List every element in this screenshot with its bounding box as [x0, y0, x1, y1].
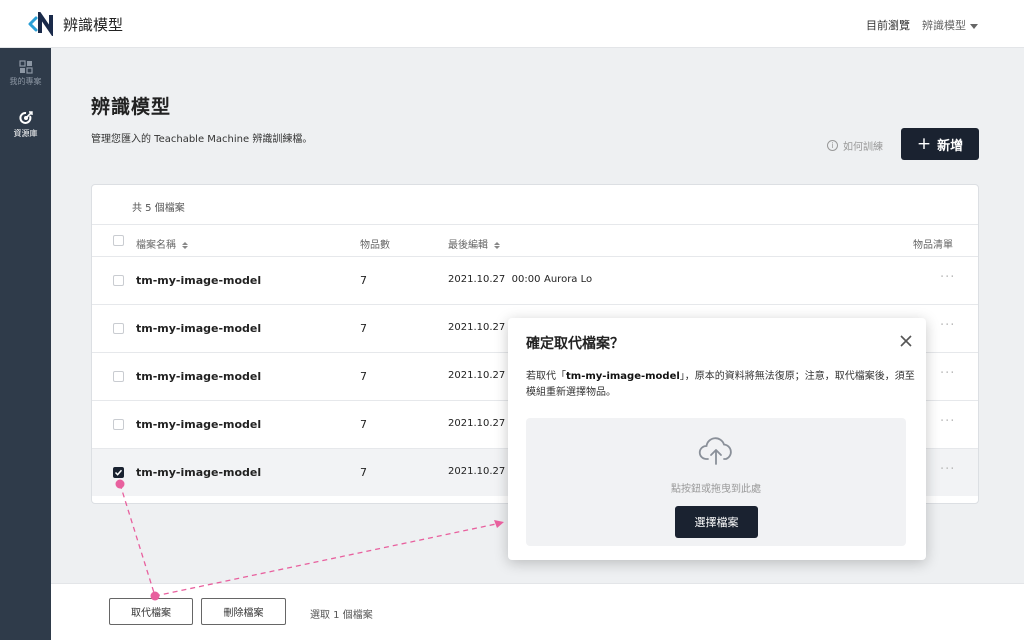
- row-checkbox-checked[interactable]: [113, 467, 124, 478]
- dialog-message: 若取代「tm-my-image-model」，原本的資料將無法復原；注意，取代檔…: [526, 369, 916, 401]
- page-description: 管理您匯入的 Teachable Machine 辨識訓練檔。: [91, 134, 313, 145]
- back-logo-icon[interactable]: [27, 8, 57, 38]
- sidebar-item-label: 我的專案: [9, 77, 42, 86]
- edit-date: 2021.10.27 00:00: [448, 274, 541, 285]
- header-edited[interactable]: 最後編輯: [448, 236, 500, 251]
- item-count: 7: [360, 322, 367, 335]
- plus-icon: +: [916, 133, 932, 154]
- library-icon: [18, 111, 33, 124]
- item-count: 7: [360, 418, 367, 431]
- replace-file-button[interactable]: 取代檔案: [109, 598, 193, 625]
- caret-down-icon: [970, 23, 978, 29]
- table-header: 檔案名稱 物品數 最後編輯 物品清單: [92, 224, 978, 256]
- file-name: tm-my-image-model: [136, 466, 262, 479]
- preview-dropdown[interactable]: 辨識模型: [922, 17, 978, 33]
- preview-value: 辨識模型: [922, 19, 966, 32]
- preview-label: 目前瀏覽: [866, 19, 910, 32]
- file-name: tm-my-image-model: [136, 274, 262, 287]
- header-name[interactable]: 檔案名稱: [136, 236, 188, 251]
- item-count: 7: [360, 370, 367, 383]
- sort-icon: [182, 241, 188, 249]
- header-list: 物品清單: [913, 240, 953, 251]
- message-file-name: tm-my-image-model: [566, 371, 680, 382]
- drop-hint: 點按鈕或拖曳到此處: [671, 484, 761, 495]
- file-name: tm-my-image-model: [136, 418, 262, 431]
- item-count: 7: [360, 274, 367, 287]
- more-icon[interactable]: ···: [940, 270, 955, 285]
- more-icon[interactable]: ···: [940, 414, 955, 429]
- top-bar: 辨識模型 目前瀏覽 辨識模型: [0, 0, 1024, 48]
- sidebar: 我的專案 資源庫: [0, 48, 51, 640]
- file-name: tm-my-image-model: [136, 370, 262, 383]
- selection-info: 選取 1 個檔案: [310, 610, 373, 621]
- check-icon: [114, 469, 123, 476]
- row-checkbox[interactable]: [113, 275, 124, 286]
- sidebar-item-library[interactable]: 資源庫: [0, 110, 51, 139]
- page-title: 辨識模型: [91, 96, 172, 118]
- brand: 辨識模型: [27, 8, 124, 38]
- delete-file-button[interactable]: 刪除檔案: [201, 598, 286, 625]
- editor-name: Aurora Lo: [544, 274, 593, 285]
- sort-icon: [494, 241, 500, 249]
- more-icon[interactable]: ···: [940, 462, 955, 477]
- app-title: 辨識模型: [63, 15, 124, 34]
- file-name: tm-my-image-model: [136, 322, 262, 335]
- more-icon[interactable]: ···: [940, 366, 955, 381]
- header-edited-label: 最後編輯: [448, 240, 488, 251]
- choose-file-button[interactable]: 選擇檔案: [675, 506, 758, 538]
- row-checkbox[interactable]: [113, 419, 124, 430]
- select-all-checkbox[interactable]: [113, 235, 124, 246]
- table-row[interactable]: tm-my-image-model 7 2021.10.27 00:00 Aur…: [92, 256, 978, 304]
- row-checkbox[interactable]: [113, 371, 124, 382]
- more-icon[interactable]: ···: [940, 318, 955, 333]
- item-count: 7: [360, 466, 367, 479]
- grid-icon: [18, 60, 33, 74]
- add-label: 新增: [937, 138, 964, 154]
- info-icon: i: [827, 140, 838, 151]
- file-dropzone[interactable]: 點按鈕或拖曳到此處 選擇檔案: [526, 418, 906, 546]
- file-count: 共 5 個檔案: [132, 203, 185, 214]
- replace-file-dialog: 確定取代檔案？ 若取代「tm-my-image-model」，原本的資料將無法復…: [508, 318, 926, 560]
- header-name-label: 檔案名稱: [136, 240, 176, 251]
- sidebar-item-projects[interactable]: 我的專案: [0, 60, 51, 87]
- dialog-title: 確定取代檔案？: [526, 336, 624, 352]
- preview-selector: 目前瀏覽 辨識模型: [866, 17, 978, 33]
- bottom-action-bar: 取代檔案 刪除檔案 選取 1 個檔案: [51, 583, 1024, 640]
- add-button[interactable]: + 新增: [901, 128, 979, 160]
- message-prefix: 若取代「: [526, 371, 566, 382]
- sidebar-item-label: 資源庫: [13, 129, 38, 138]
- close-icon[interactable]: [900, 332, 912, 351]
- cloud-upload-icon: [698, 437, 732, 465]
- row-checkbox[interactable]: [113, 323, 124, 334]
- help-label: 如何訓練: [843, 142, 883, 153]
- help-link[interactable]: i 如何訓練: [827, 138, 883, 153]
- header-qty: 物品數: [360, 240, 390, 251]
